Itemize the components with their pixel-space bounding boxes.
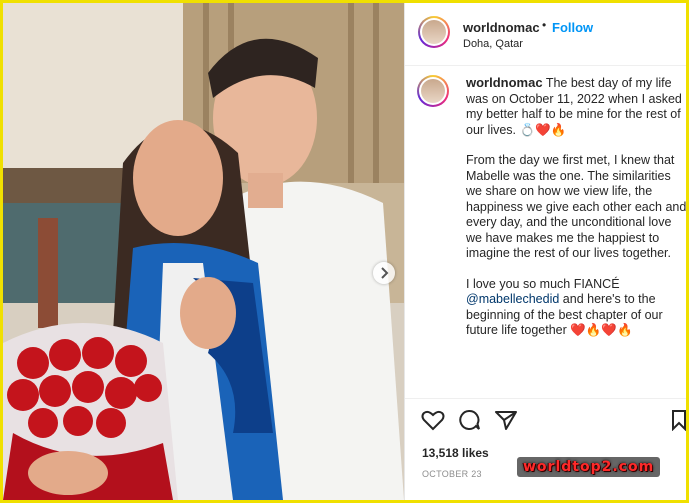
mention-link[interactable]: @mabellechedid: [466, 292, 559, 306]
caption-username[interactable]: worldnomac: [466, 75, 543, 90]
caption-text: worldnomac The best day of my life was o…: [466, 75, 687, 354]
post-sidebar: worldnomac • Follow Doha, Qatar worldnom…: [404, 3, 687, 500]
post-photo-image: [3, 3, 404, 500]
caption-para1-emoji: 💍❤️🔥: [519, 122, 567, 137]
instagram-post-frame: worldnomac • Follow Doha, Qatar worldnom…: [0, 0, 689, 503]
heart-icon[interactable]: [421, 409, 445, 431]
post-actions: 13,518 likes OCTOBER 23 worldtop2.com: [405, 398, 687, 500]
caption-para3-emoji: ❤️🔥❤️🔥: [570, 323, 633, 337]
header-username[interactable]: worldnomac: [463, 20, 540, 35]
chevron-right-icon: [381, 267, 389, 279]
avatar[interactable]: [418, 16, 450, 48]
watermark: worldtop2.com: [517, 457, 661, 477]
post-date: OCTOBER 23: [422, 469, 482, 479]
bookmark-icon[interactable]: [671, 409, 687, 431]
next-photo-button[interactable]: [373, 262, 395, 284]
follow-button[interactable]: Follow: [552, 20, 593, 35]
share-icon[interactable]: [494, 409, 518, 431]
caption-avatar[interactable]: [417, 75, 449, 107]
caption-para2: From the day we first met, I knew that M…: [466, 153, 687, 260]
comment-icon[interactable]: [458, 409, 482, 431]
caption-para3-start: I love you so much FIANCÉ: [466, 276, 620, 291]
separator-dot: •: [542, 18, 547, 32]
likes-count[interactable]: 13,518 likes: [422, 446, 489, 460]
location-label[interactable]: Doha, Qatar: [463, 38, 523, 50]
post-header: worldnomac • Follow Doha, Qatar: [405, 3, 686, 66]
post-photo[interactable]: [3, 3, 404, 500]
